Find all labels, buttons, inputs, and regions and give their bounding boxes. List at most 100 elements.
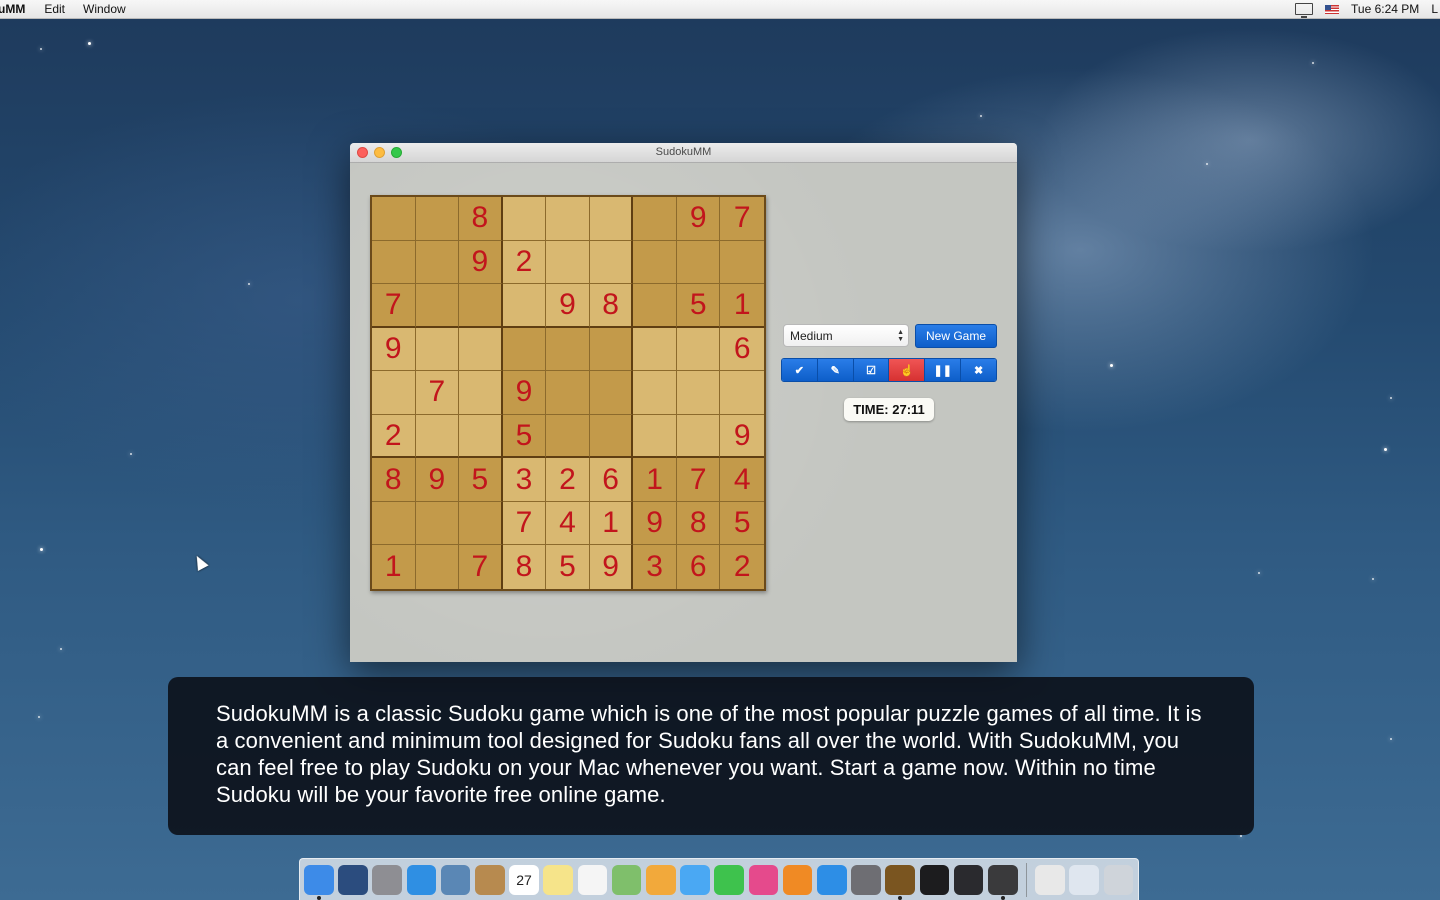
maps-icon[interactable] [611,864,642,895]
sudoku-cell[interactable]: 6 [589,458,634,502]
sudoku-cell[interactable] [589,240,634,285]
sudoku-cell[interactable] [415,197,460,241]
menu-clock[interactable]: Tue 6:24 PM [1351,2,1419,16]
documents-stack-icon[interactable] [1035,864,1065,895]
sudoku-cell[interactable]: 9 [415,458,460,502]
sudoku-cell[interactable] [676,371,721,415]
sudoku-cell[interactable]: 2 [546,458,590,502]
pencil-button[interactable]: ✎ [817,359,854,381]
sudoku-cell[interactable]: 7 [372,284,416,328]
launchpad-icon[interactable] [372,864,403,895]
window-titlebar[interactable]: SudokuMM [350,143,1017,163]
terminal-icon[interactable] [919,864,950,895]
menu-extra[interactable]: L [1431,2,1438,16]
sudoku-cell[interactable] [589,414,634,459]
notes-icon[interactable] [543,864,574,895]
sudoku-cell[interactable] [415,414,460,459]
sudoku-cell[interactable] [633,371,677,415]
sudoku-cell[interactable] [720,371,764,415]
sudoku-cell[interactable]: 5 [546,545,590,589]
sudoku-cell[interactable]: 8 [502,545,547,589]
minimize-window-button[interactable] [374,147,385,158]
sudoku-cell[interactable] [415,545,460,589]
sudoku-cell[interactable]: 1 [589,501,634,546]
sudoku-cell[interactable]: 2 [372,414,416,459]
sudoku-cell[interactable]: 9 [589,545,634,589]
sudoku-cell[interactable]: 9 [546,284,590,328]
sudoku-cell[interactable]: 2 [720,545,764,589]
downloads-stack-icon[interactable] [1069,864,1100,895]
sudoku-cell[interactable]: 7 [415,371,460,415]
sudoku-cell[interactable] [546,197,590,241]
sudoku-cell[interactable]: 9 [502,371,547,415]
sudoku-cell[interactable]: 9 [676,197,721,241]
display-mirroring-icon[interactable] [1295,3,1314,18]
sudoku-cell[interactable] [502,327,547,372]
difficulty-select[interactable]: Medium ▲ ▼ [783,324,909,347]
sudoku-cell[interactable] [459,501,503,546]
sudoku-cell[interactable] [459,327,503,372]
mail-icon[interactable] [440,864,471,895]
sudoku-cell[interactable]: 6 [720,327,764,372]
calendar-icon[interactable]: 27 [509,864,539,895]
activity-monitor-icon[interactable] [953,864,984,895]
menu-item-window[interactable]: Window [74,2,135,16]
sudoku-cell[interactable] [459,371,503,415]
sudoku-cell[interactable]: 5 [502,414,547,459]
menu-item-edit[interactable]: Edit [35,2,74,16]
sudoku-cell[interactable] [589,327,634,372]
sudoku-cell[interactable] [415,501,460,546]
sudoku-cell[interactable]: 7 [459,545,503,589]
sudoku-cell[interactable] [633,327,677,372]
sudoku-cell[interactable]: 7 [720,197,764,241]
safari-icon[interactable] [406,864,437,895]
sudoku-cell[interactable]: 1 [720,284,764,328]
sudoku-cell[interactable]: 2 [502,240,547,285]
edit-note-button[interactable]: ☑ [853,359,890,381]
sudoku-cell[interactable]: 9 [459,240,503,285]
sudoku-cell[interactable]: 4 [546,501,590,546]
sudoku-cell[interactable] [415,327,460,372]
sudoku-cell[interactable] [676,327,721,372]
sudoku-cell[interactable]: 1 [372,545,416,589]
contacts-icon[interactable] [475,864,505,895]
sudoku-cell[interactable] [589,197,634,241]
facetime-icon[interactable] [714,864,745,895]
sudokumm-icon[interactable] [885,864,916,900]
sudoku-cell[interactable] [372,240,416,285]
sudoku-cell[interactable]: 6 [676,545,721,589]
sudoku-cell[interactable] [676,414,721,459]
sudoku-cell[interactable] [372,501,416,546]
sudoku-cell[interactable]: 8 [459,197,503,241]
menu-app-name[interactable]: uMM [0,2,35,16]
check-button[interactable]: ✔ [782,359,818,381]
sudoku-cell[interactable] [546,371,590,415]
sudoku-cell[interactable]: 3 [502,458,547,502]
sudoku-cell[interactable] [633,284,677,328]
sudoku-cell[interactable] [546,240,590,285]
new-game-button[interactable]: New Game [915,324,997,348]
hint-hand-button[interactable]: ☝ [889,359,926,381]
sudoku-cell[interactable]: 7 [502,501,547,546]
sudoku-cell[interactable]: 5 [459,458,503,502]
sudoku-cell[interactable] [372,371,416,415]
zoom-window-button[interactable] [391,147,402,158]
sudoku-cell[interactable] [459,284,503,328]
messages-icon[interactable] [680,864,710,895]
x11-icon[interactable] [988,864,1018,900]
input-source-flag-icon[interactable] [1325,4,1340,14]
sudoku-cell[interactable]: 3 [633,545,677,589]
sudoku-cell[interactable] [633,197,677,241]
finder-icon[interactable] [304,864,334,900]
system-preferences-icon[interactable] [851,864,881,895]
sudoku-cell[interactable]: 8 [372,458,416,502]
sudoku-cell[interactable]: 1 [633,458,677,502]
sudoku-cell[interactable] [459,414,503,459]
app-store-icon[interactable] [817,864,847,895]
itunes-icon[interactable] [748,864,779,895]
sudoku-cell[interactable]: 4 [720,458,764,502]
close-button[interactable]: ✖ [961,359,996,381]
sudoku-cell[interactable] [633,240,677,285]
sudoku-cell[interactable] [415,284,460,328]
sudoku-cell[interactable]: 8 [676,501,721,546]
